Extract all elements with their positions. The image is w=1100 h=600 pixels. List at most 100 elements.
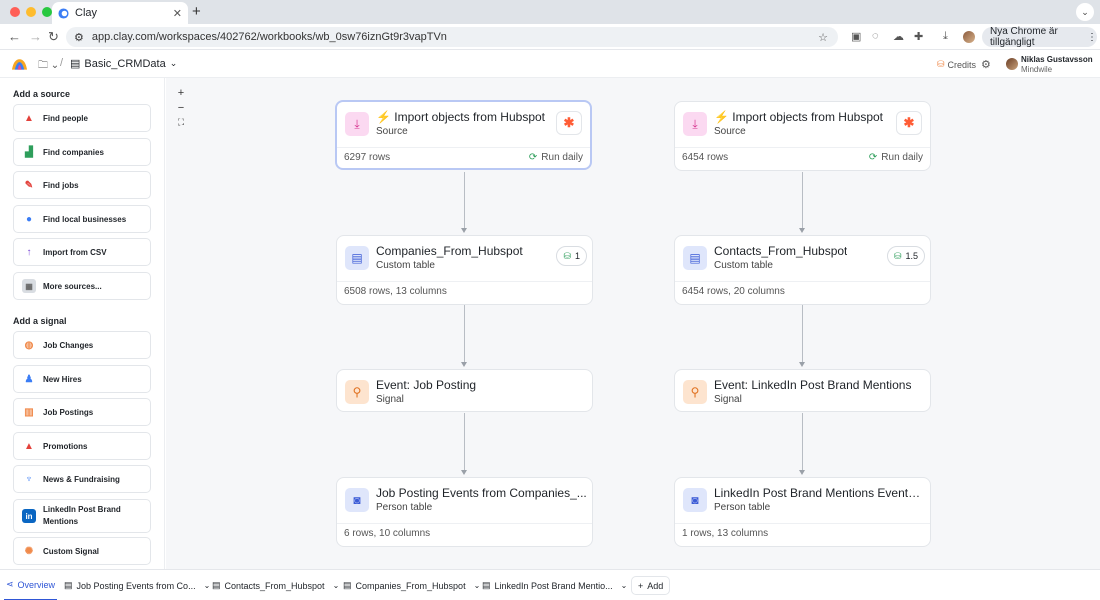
edge-connector: [802, 413, 803, 470]
chevron-down-icon[interactable]: ⌄: [474, 581, 481, 590]
coins-icon: ⛁: [563, 250, 571, 261]
close-window-button[interactable]: [10, 7, 20, 17]
linkedin-mentions-button[interactable]: in LinkedIn Post Brand Mentions: [13, 499, 151, 533]
chevron-down-icon[interactable]: ⌄: [621, 581, 628, 590]
news-fundraising-label: News & Fundraising: [43, 474, 120, 484]
credits-icon: ⛁: [937, 59, 945, 69]
more-sources-button[interactable]: ▦ More sources...: [13, 272, 151, 300]
folder-dropdown-icon[interactable]: 🗀 ⌄: [38, 58, 59, 75]
node-divider: [337, 523, 592, 524]
custom-signal-label: Custom Signal: [43, 546, 100, 556]
tab-close-icon[interactable]: ✕: [173, 7, 182, 20]
extensions-puzzle-icon[interactable]: ✚: [914, 30, 923, 43]
tab-label: LinkedIn Post Brand Mentio...: [494, 580, 613, 591]
add-tab-button[interactable]: + Add: [631, 576, 671, 595]
person-icon: ▲: [24, 112, 34, 124]
contacts-table-node[interactable]: ▤ Contacts_From_Hubspot Custom table ⛁ 1…: [674, 235, 931, 305]
find-jobs-button[interactable]: ✎ Find jobs: [13, 171, 151, 199]
user-avatar[interactable]: [1006, 58, 1018, 70]
workbook-selector[interactable]: ▤ Basic_CRMData ⌄: [70, 57, 178, 71]
tab-job-posting-events[interactable]: ▤ Job Posting Events from Co... ⌄: [64, 570, 210, 600]
find-local-businesses-button[interactable]: ● Find local businesses: [13, 205, 151, 233]
hubspot-import-node-b[interactable]: ⤓ ⚡ Import objects from Hubspot Source ✱…: [674, 101, 931, 171]
browser-tab[interactable]: Clay ✕: [52, 2, 188, 24]
url-bar[interactable]: ⚙ app.clay.com/workspaces/402762/workboo…: [66, 27, 838, 47]
extension-circle-icon[interactable]: ◌: [872, 30, 879, 42]
custom-signal-button[interactable]: ✺ Custom Signal: [13, 537, 151, 565]
find-companies-button[interactable]: ▟ Find companies: [13, 138, 151, 166]
person-plus-icon: ♟: [24, 373, 34, 385]
fit-view-icon[interactable]: ⛶: [173, 117, 189, 128]
linkedin-mentions-events-node[interactable]: ◙ LinkedIn Post Brand Mentions Events f.…: [674, 477, 931, 547]
back-arrow-icon[interactable]: ←: [8, 29, 21, 44]
node-subtitle: Source: [714, 126, 746, 137]
zoom-out-icon[interactable]: −: [173, 102, 189, 114]
extension-cloud-icon[interactable]: ☁: [893, 30, 904, 43]
tab-search-chevron-icon[interactable]: ⌄: [1076, 3, 1094, 21]
node-footer: 6454 rows: [682, 152, 729, 163]
add-tab-label: Add: [647, 580, 664, 591]
person-table-icon: ◙: [683, 488, 707, 512]
bookmark-star-icon[interactable]: ☆: [818, 31, 828, 44]
reload-icon[interactable]: ↻: [48, 29, 59, 45]
edge-connector: [464, 413, 465, 470]
edge-connector: [464, 172, 465, 228]
new-tab-button[interactable]: +: [192, 3, 201, 20]
app-header: 🗀 ⌄ / ▤ Basic_CRMData ⌄ ⛁ Credits ⚙ Nikl…: [0, 50, 1100, 78]
settings-gear-icon[interactable]: ⚙: [981, 58, 991, 71]
url-text: app.clay.com/workspaces/402762/workbooks…: [91, 31, 447, 43]
chrome-update-label: Nya Chrome är tillgängligt: [990, 26, 1058, 48]
credits-button[interactable]: ⛁ Credits: [937, 59, 976, 70]
pyramid-icon: ▲: [24, 440, 34, 452]
profile-avatar[interactable]: [963, 31, 975, 43]
tab-linkedin-mentions[interactable]: ▤ LinkedIn Post Brand Mentio... ⌄: [482, 570, 627, 600]
arrow-down-icon: [461, 228, 467, 233]
tab-contacts-from-hubspot[interactable]: ▤ Contacts_From_Hubspot ⌄: [212, 570, 339, 600]
job-changes-button[interactable]: ◍ Job Changes: [13, 331, 151, 359]
workflow-canvas[interactable]: [166, 78, 1100, 569]
site-settings-icon[interactable]: ⚙: [74, 31, 84, 44]
new-hires-button[interactable]: ♟ New Hires: [13, 365, 151, 393]
run-daily-button[interactable]: ⟳ Run daily: [869, 152, 923, 163]
arrow-down-icon: [799, 362, 805, 367]
download-icon[interactable]: ⤓: [943, 30, 948, 43]
promotions-button[interactable]: ▲ Promotions: [13, 432, 151, 460]
table-icon: ▤: [345, 246, 369, 270]
clay-logo-icon[interactable]: [11, 57, 28, 71]
chevron-down-icon: ⌄: [169, 58, 178, 68]
run-daily-button[interactable]: ⟳ Run daily: [529, 152, 583, 163]
kebab-menu-icon[interactable]: ⋮: [1087, 32, 1097, 43]
tab-companies-from-hubspot[interactable]: ▤ Companies_From_Hubspot ⌄: [343, 570, 480, 600]
tab-overview[interactable]: ⋖ Overview: [4, 570, 58, 600]
job-posting-events-node[interactable]: ◙ Job Posting Events from Companies_... …: [336, 477, 593, 547]
event-linkedin-mentions-node[interactable]: ⚲ Event: LinkedIn Post Brand Mentions Si…: [674, 369, 931, 412]
job-postings-button[interactable]: ▥ Job Postings: [13, 398, 151, 426]
node-divider: [337, 147, 590, 148]
node-divider: [675, 281, 930, 282]
briefcase-icon: ✎: [24, 179, 34, 191]
node-title: Event: Job Posting: [376, 378, 477, 392]
chevron-down-icon[interactable]: ⌄: [333, 581, 340, 590]
find-people-button[interactable]: ▲ Find people: [13, 104, 151, 132]
table-icon: ▤: [343, 580, 352, 590]
extension-box-icon[interactable]: ▣: [851, 30, 861, 43]
find-companies-label: Find companies: [43, 147, 104, 157]
workbook-name: Basic_CRMData: [84, 57, 166, 70]
chrome-update-button[interactable]: Nya Chrome är tillgängligt ⋮: [982, 26, 1097, 48]
coins-icon: ⛁: [893, 250, 902, 261]
hubspot-import-node-a[interactable]: ⤓ ⚡ Import objects from Hubspot Source ✱…: [335, 100, 592, 170]
zoom-in-icon[interactable]: +: [173, 87, 189, 99]
credits-label: Credits: [947, 59, 977, 70]
minimize-window-button[interactable]: [26, 7, 36, 17]
companies-table-node[interactable]: ▤ Companies_From_Hubspot Custom table ⛁ …: [336, 235, 593, 305]
news-fundraising-button[interactable]: ♆ News & Fundraising: [13, 465, 151, 493]
maximize-window-button[interactable]: [42, 7, 52, 17]
chevron-down-icon[interactable]: ⌄: [204, 581, 211, 590]
user-org: Mindwile: [1021, 65, 1053, 74]
forward-arrow-icon[interactable]: →: [29, 29, 42, 44]
node-subtitle: Signal: [714, 394, 742, 405]
edge-connector: [802, 172, 803, 228]
find-jobs-label: Find jobs: [43, 180, 79, 190]
import-csv-button[interactable]: ↑ Import from CSV: [13, 238, 151, 266]
event-job-posting-node[interactable]: ⚲ Event: Job Posting Signal: [336, 369, 593, 412]
